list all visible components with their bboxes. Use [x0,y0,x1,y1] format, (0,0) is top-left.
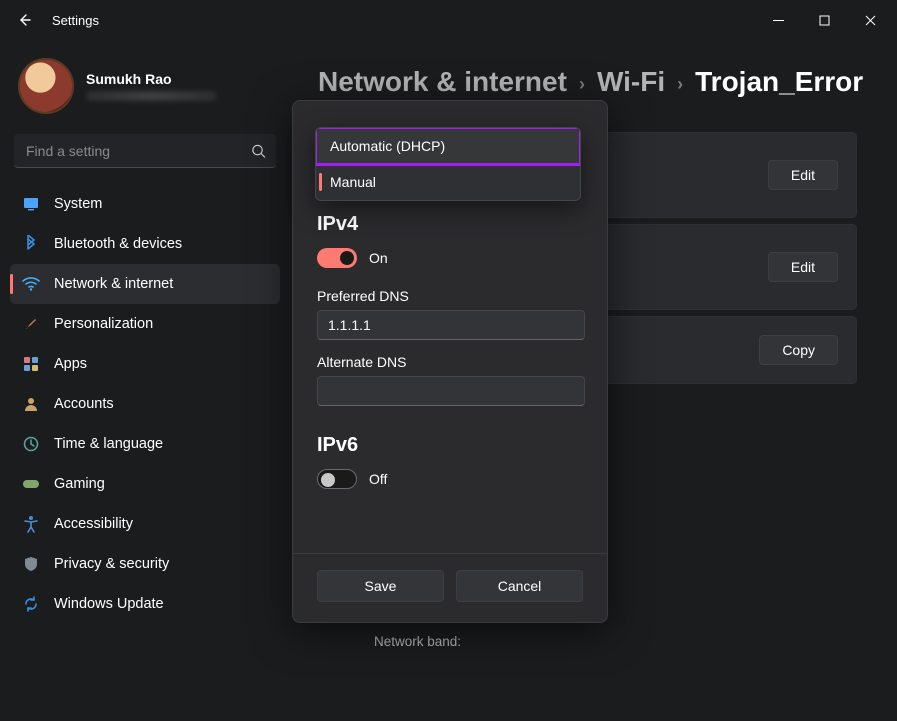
breadcrumb-wifi[interactable]: Wi-Fi [597,66,665,98]
person-icon [22,395,40,413]
maximize-icon [819,15,830,26]
edit-dns-button[interactable]: Edit [768,252,838,282]
title-bar: Settings [0,0,897,40]
sidebar-item-bluetooth-devices[interactable]: Bluetooth & devices [10,224,280,264]
ipv6-toggle[interactable] [317,469,357,489]
ipv4-toggle-label: On [369,250,388,266]
back-button[interactable] [8,4,40,36]
sidebar-item-personalization[interactable]: Personalization [10,304,280,344]
nav: System Bluetooth & devices Network & inter… [10,184,280,624]
ip-mode-option-manual[interactable]: Manual [316,164,580,200]
sidebar-item-system[interactable]: System [10,184,280,224]
sidebar-item-label: Personalization [54,316,153,332]
ipv6-toggle-label: Off [369,471,387,487]
window-title: Settings [52,13,99,28]
alternate-dns-input[interactable] [317,376,585,406]
arrow-left-icon [16,12,32,28]
wifi-icon [22,275,40,293]
breadcrumb-network[interactable]: Network & internet [318,66,567,98]
sidebar-item-time-language[interactable]: Time & language [10,424,280,464]
sidebar-item-windows-update[interactable]: Windows Update [10,584,280,624]
sidebar-item-label: Accounts [54,396,114,412]
brush-icon [22,315,40,333]
accessibility-icon [22,515,40,533]
sidebar-item-label: Apps [54,356,87,372]
search-input[interactable] [14,134,276,168]
chevron-right-icon: › [677,74,683,95]
ipv4-toggle[interactable] [317,248,357,268]
sidebar-item-network-internet[interactable]: Network & internet [10,264,280,304]
profile-block[interactable]: Sumukh Rao [10,50,280,130]
sidebar: Sumukh Rao System Bluetooth & devices Netw… [0,40,290,721]
flyout-footer: Save Cancel [293,553,607,622]
ipv4-heading: IPv4 [317,213,583,236]
dns-edit-flyout: Automatic (DHCP) Manual IPv4 On Preferre… [292,100,608,623]
apps-icon [22,355,40,373]
update-icon [22,595,40,613]
settings-window: Settings Sumukh Rao [0,0,897,721]
minimize-button[interactable] [755,4,801,36]
save-button[interactable]: Save [317,570,444,602]
preferred-dns-input[interactable] [317,310,585,340]
clock-icon [22,435,40,453]
edit-ip-button[interactable]: Edit [768,160,838,190]
bluetooth-icon [22,235,40,253]
ipv6-heading: IPv6 [317,434,583,457]
sidebar-item-apps[interactable]: Apps [10,344,280,384]
close-button[interactable] [847,4,893,36]
sidebar-item-label: Gaming [54,476,105,492]
copy-button[interactable]: Copy [759,335,838,365]
alternate-dns-label: Alternate DNS [317,354,583,370]
sidebar-item-label: Bluetooth & devices [54,236,182,252]
breadcrumb-ssid: Trojan_Error [695,66,863,98]
close-icon [865,15,876,26]
profile-name: Sumukh Rao [86,71,216,87]
minimize-icon [773,15,784,26]
search-box[interactable] [14,134,276,168]
system-icon [22,195,40,213]
sidebar-item-privacy-security[interactable]: Privacy & security [10,544,280,584]
sidebar-item-label: Network & internet [54,276,173,292]
profile-email-redacted [86,91,216,101]
avatar [18,58,74,114]
sidebar-item-label: Windows Update [54,596,164,612]
maximize-button[interactable] [801,4,847,36]
sidebar-item-gaming[interactable]: Gaming [10,464,280,504]
gaming-icon [22,475,40,493]
sidebar-item-label: System [54,196,102,212]
sidebar-item-accounts[interactable]: Accounts [10,384,280,424]
sidebar-item-label: Time & language [54,436,163,452]
shield-icon [22,555,40,573]
sidebar-item-label: Accessibility [54,516,133,532]
search-icon [251,144,266,159]
network-band-label: Network band: [374,634,857,649]
sidebar-item-accessibility[interactable]: Accessibility [10,504,280,544]
ip-mode-option-automatic[interactable]: Automatic (DHCP) [316,128,580,164]
chevron-right-icon: › [579,74,585,95]
ip-mode-dropdown-open: Automatic (DHCP) Manual [315,127,581,201]
breadcrumb: Network & internet › Wi-Fi › Trojan_Erro… [318,66,857,98]
sidebar-item-label: Privacy & security [54,556,169,572]
cancel-button[interactable]: Cancel [456,570,583,602]
preferred-dns-label: Preferred DNS [317,288,583,304]
